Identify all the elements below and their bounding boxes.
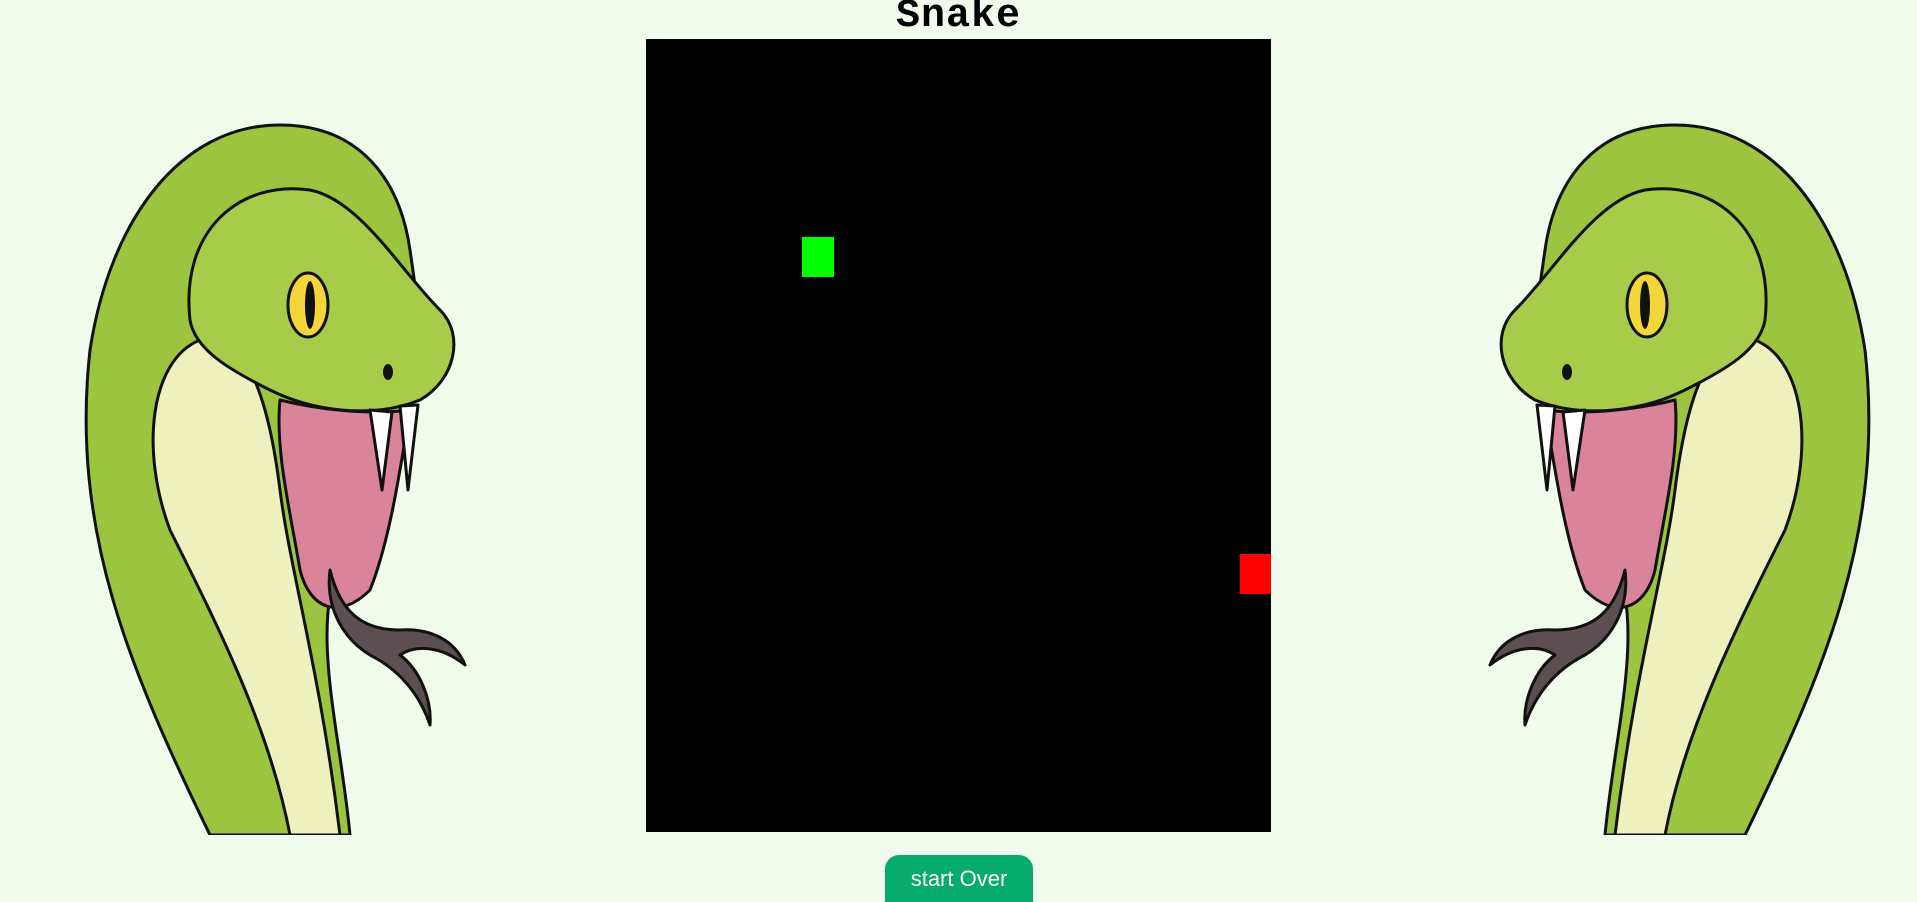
page-title: Snake [895,0,1022,39]
start-over-button[interactable]: start Over [885,855,1033,902]
snake-illustration-left [84,123,467,835]
snake-segment [802,237,834,277]
game-board[interactable] [646,39,1271,832]
snake-illustration-right [1488,123,1871,835]
food-item [1239,554,1271,595]
